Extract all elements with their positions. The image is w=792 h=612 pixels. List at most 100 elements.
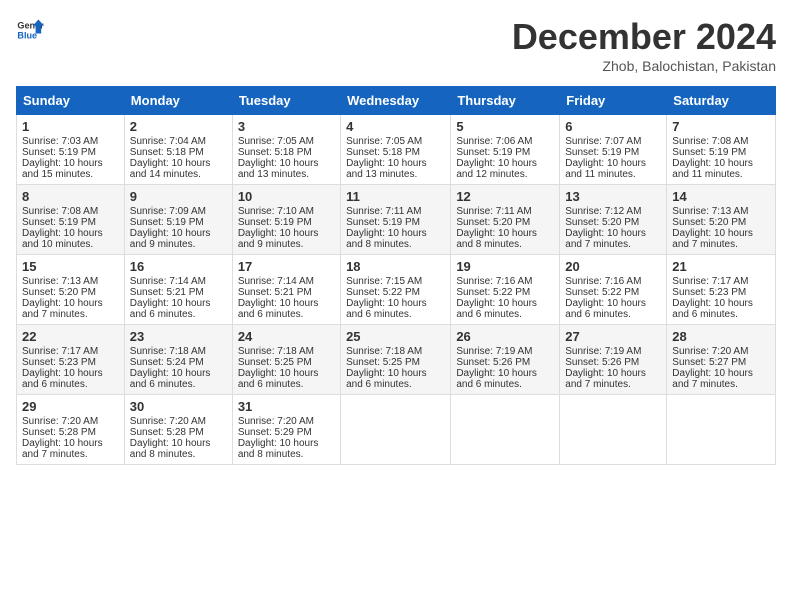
calendar-cell: 27 Sunrise: 7:19 AM Sunset: 5:26 PM Dayl… bbox=[560, 325, 667, 395]
sunrise-label: Sunrise: 7:18 AM bbox=[346, 346, 422, 357]
daylight-label: Daylight: 10 hours and 7 minutes. bbox=[672, 368, 753, 390]
calendar-cell: 31 Sunrise: 7:20 AM Sunset: 5:29 PM Dayl… bbox=[232, 395, 340, 465]
calendar-cell: 2 Sunrise: 7:04 AM Sunset: 5:18 PM Dayli… bbox=[124, 115, 232, 185]
calendar-cell: 21 Sunrise: 7:17 AM Sunset: 5:23 PM Dayl… bbox=[667, 255, 776, 325]
daylight-label: Daylight: 10 hours and 12 minutes. bbox=[456, 158, 537, 180]
sunrise-label: Sunrise: 7:16 AM bbox=[456, 276, 532, 287]
calendar-header-thursday: Thursday bbox=[451, 87, 560, 115]
daylight-label: Daylight: 10 hours and 8 minutes. bbox=[456, 228, 537, 250]
daylight-label: Daylight: 10 hours and 8 minutes. bbox=[346, 228, 427, 250]
calendar-header-tuesday: Tuesday bbox=[232, 87, 340, 115]
sunset-label: Sunset: 5:28 PM bbox=[130, 427, 204, 438]
sunset-label: Sunset: 5:26 PM bbox=[456, 357, 530, 368]
calendar-week-row: 1 Sunrise: 7:03 AM Sunset: 5:19 PM Dayli… bbox=[17, 115, 776, 185]
daylight-label: Daylight: 10 hours and 6 minutes. bbox=[456, 368, 537, 390]
svg-text:Blue: Blue bbox=[17, 30, 37, 40]
calendar-cell: 11 Sunrise: 7:11 AM Sunset: 5:19 PM Dayl… bbox=[341, 185, 451, 255]
day-number: 4 bbox=[346, 119, 445, 134]
sunrise-label: Sunrise: 7:19 AM bbox=[565, 346, 641, 357]
day-number: 12 bbox=[456, 189, 554, 204]
sunset-label: Sunset: 5:20 PM bbox=[456, 217, 530, 228]
sunset-label: Sunset: 5:29 PM bbox=[238, 427, 312, 438]
sunset-label: Sunset: 5:22 PM bbox=[346, 287, 420, 298]
calendar-cell bbox=[341, 395, 451, 465]
calendar-cell: 14 Sunrise: 7:13 AM Sunset: 5:20 PM Dayl… bbox=[667, 185, 776, 255]
sunrise-label: Sunrise: 7:06 AM bbox=[456, 136, 532, 147]
day-number: 20 bbox=[565, 259, 661, 274]
daylight-label: Daylight: 10 hours and 11 minutes. bbox=[565, 158, 646, 180]
sunset-label: Sunset: 5:23 PM bbox=[22, 357, 96, 368]
day-number: 27 bbox=[565, 329, 661, 344]
sunset-label: Sunset: 5:26 PM bbox=[565, 357, 639, 368]
sunrise-label: Sunrise: 7:10 AM bbox=[238, 206, 314, 217]
page-header: General Blue December 2024 Zhob, Balochi… bbox=[16, 16, 776, 74]
calendar-cell: 19 Sunrise: 7:16 AM Sunset: 5:22 PM Dayl… bbox=[451, 255, 560, 325]
sunrise-label: Sunrise: 7:20 AM bbox=[130, 416, 206, 427]
sunset-label: Sunset: 5:25 PM bbox=[238, 357, 312, 368]
sunrise-label: Sunrise: 7:13 AM bbox=[22, 276, 98, 287]
sunset-label: Sunset: 5:18 PM bbox=[238, 147, 312, 158]
calendar-cell: 13 Sunrise: 7:12 AM Sunset: 5:20 PM Dayl… bbox=[560, 185, 667, 255]
day-number: 17 bbox=[238, 259, 335, 274]
calendar-header-sunday: Sunday bbox=[17, 87, 125, 115]
sunrise-label: Sunrise: 7:04 AM bbox=[130, 136, 206, 147]
calendar-header-row: SundayMondayTuesdayWednesdayThursdayFrid… bbox=[17, 87, 776, 115]
day-number: 31 bbox=[238, 399, 335, 414]
daylight-label: Daylight: 10 hours and 9 minutes. bbox=[130, 228, 211, 250]
day-number: 25 bbox=[346, 329, 445, 344]
sunrise-label: Sunrise: 7:07 AM bbox=[565, 136, 641, 147]
calendar-cell: 10 Sunrise: 7:10 AM Sunset: 5:19 PM Dayl… bbox=[232, 185, 340, 255]
calendar-week-row: 29 Sunrise: 7:20 AM Sunset: 5:28 PM Dayl… bbox=[17, 395, 776, 465]
day-number: 18 bbox=[346, 259, 445, 274]
calendar-cell: 8 Sunrise: 7:08 AM Sunset: 5:19 PM Dayli… bbox=[17, 185, 125, 255]
day-number: 13 bbox=[565, 189, 661, 204]
calendar-cell: 12 Sunrise: 7:11 AM Sunset: 5:20 PM Dayl… bbox=[451, 185, 560, 255]
daylight-label: Daylight: 10 hours and 15 minutes. bbox=[22, 158, 103, 180]
sunrise-label: Sunrise: 7:16 AM bbox=[565, 276, 641, 287]
day-number: 11 bbox=[346, 189, 445, 204]
day-number: 21 bbox=[672, 259, 770, 274]
title-block: December 2024 Zhob, Balochistan, Pakista… bbox=[512, 16, 776, 74]
calendar-cell: 26 Sunrise: 7:19 AM Sunset: 5:26 PM Dayl… bbox=[451, 325, 560, 395]
day-number: 26 bbox=[456, 329, 554, 344]
sunset-label: Sunset: 5:24 PM bbox=[130, 357, 204, 368]
calendar-cell: 4 Sunrise: 7:05 AM Sunset: 5:18 PM Dayli… bbox=[341, 115, 451, 185]
calendar-cell: 3 Sunrise: 7:05 AM Sunset: 5:18 PM Dayli… bbox=[232, 115, 340, 185]
calendar-cell: 28 Sunrise: 7:20 AM Sunset: 5:27 PM Dayl… bbox=[667, 325, 776, 395]
sunrise-label: Sunrise: 7:13 AM bbox=[672, 206, 748, 217]
calendar-cell: 7 Sunrise: 7:08 AM Sunset: 5:19 PM Dayli… bbox=[667, 115, 776, 185]
sunrise-label: Sunrise: 7:05 AM bbox=[238, 136, 314, 147]
sunset-label: Sunset: 5:20 PM bbox=[22, 287, 96, 298]
daylight-label: Daylight: 10 hours and 6 minutes. bbox=[130, 298, 211, 320]
day-number: 28 bbox=[672, 329, 770, 344]
day-number: 10 bbox=[238, 189, 335, 204]
sunrise-label: Sunrise: 7:14 AM bbox=[238, 276, 314, 287]
daylight-label: Daylight: 10 hours and 13 minutes. bbox=[346, 158, 427, 180]
sunset-label: Sunset: 5:21 PM bbox=[238, 287, 312, 298]
daylight-label: Daylight: 10 hours and 6 minutes. bbox=[346, 368, 427, 390]
sunrise-label: Sunrise: 7:20 AM bbox=[22, 416, 98, 427]
daylight-label: Daylight: 10 hours and 6 minutes. bbox=[238, 298, 319, 320]
calendar-cell bbox=[451, 395, 560, 465]
sunrise-label: Sunrise: 7:03 AM bbox=[22, 136, 98, 147]
daylight-label: Daylight: 10 hours and 6 minutes. bbox=[672, 298, 753, 320]
sunrise-label: Sunrise: 7:20 AM bbox=[672, 346, 748, 357]
daylight-label: Daylight: 10 hours and 6 minutes. bbox=[346, 298, 427, 320]
calendar-cell: 1 Sunrise: 7:03 AM Sunset: 5:19 PM Dayli… bbox=[17, 115, 125, 185]
sunrise-label: Sunrise: 7:17 AM bbox=[22, 346, 98, 357]
sunrise-label: Sunrise: 7:19 AM bbox=[456, 346, 532, 357]
day-number: 14 bbox=[672, 189, 770, 204]
day-number: 19 bbox=[456, 259, 554, 274]
month-title: December 2024 bbox=[512, 16, 776, 58]
sunset-label: Sunset: 5:22 PM bbox=[456, 287, 530, 298]
sunset-label: Sunset: 5:19 PM bbox=[22, 217, 96, 228]
sunset-label: Sunset: 5:19 PM bbox=[238, 217, 312, 228]
calendar-cell: 20 Sunrise: 7:16 AM Sunset: 5:22 PM Dayl… bbox=[560, 255, 667, 325]
day-number: 5 bbox=[456, 119, 554, 134]
daylight-label: Daylight: 10 hours and 6 minutes. bbox=[22, 368, 103, 390]
calendar-cell bbox=[560, 395, 667, 465]
sunrise-label: Sunrise: 7:14 AM bbox=[130, 276, 206, 287]
sunset-label: Sunset: 5:19 PM bbox=[456, 147, 530, 158]
daylight-label: Daylight: 10 hours and 8 minutes. bbox=[238, 438, 319, 460]
sunrise-label: Sunrise: 7:08 AM bbox=[672, 136, 748, 147]
